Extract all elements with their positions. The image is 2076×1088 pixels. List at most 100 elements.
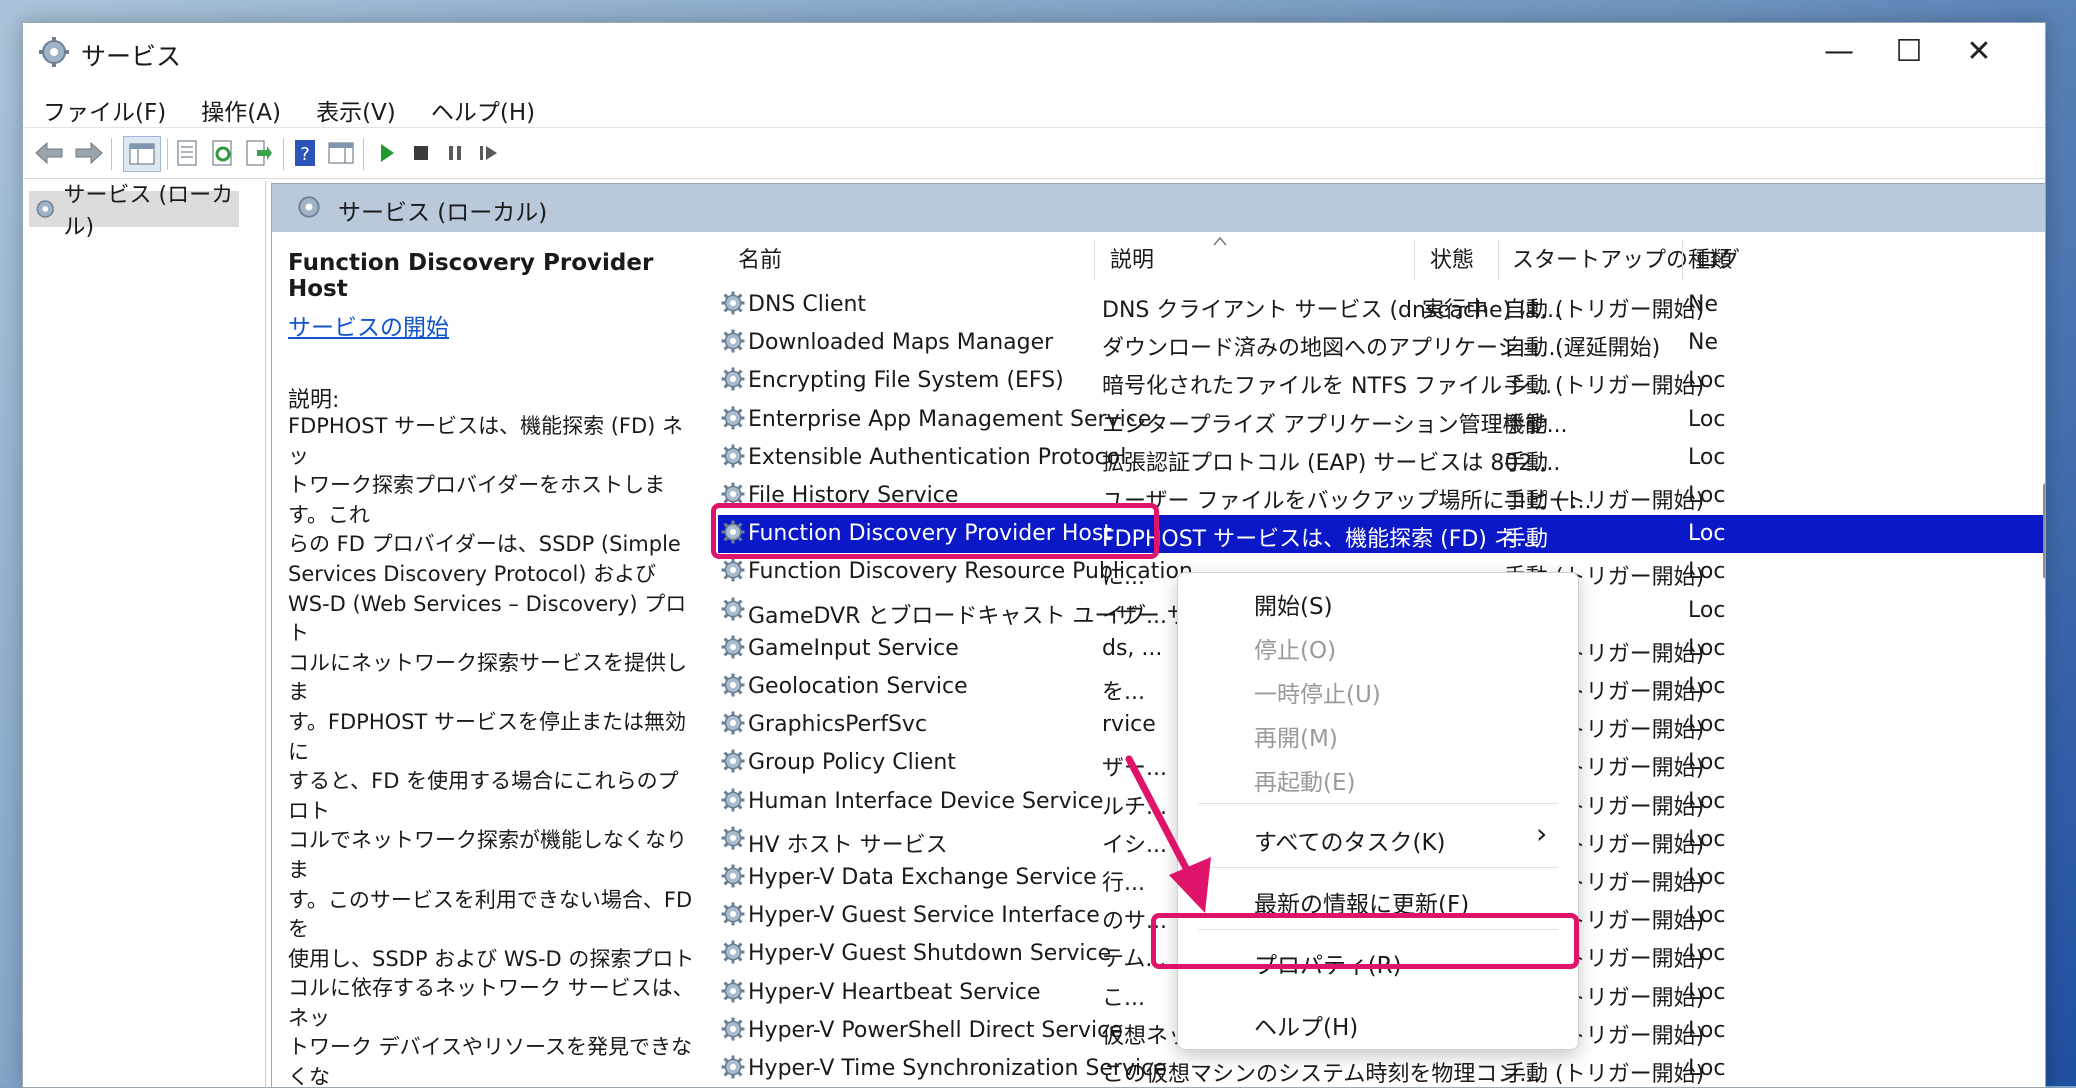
scrollbar-thumb[interactable] xyxy=(2043,483,2045,579)
tree-item-label: サービス (ローカル) xyxy=(63,183,234,240)
service-gear-icon xyxy=(720,787,746,819)
service-logon: Loc xyxy=(1688,597,1726,623)
forward-icon[interactable] xyxy=(71,136,107,170)
restart-service-icon[interactable] xyxy=(471,136,507,170)
service-startup-type: 手動 xyxy=(1504,412,1549,438)
description-line: Services Discovery Protocol) および xyxy=(288,561,657,586)
service-startup-type: 手動 xyxy=(1504,450,1549,476)
service-name: Hyper-V Data Exchange Service xyxy=(748,865,1097,890)
service-description-cell: ds, ... xyxy=(1102,635,1163,661)
table-row[interactable]: Extensible Authentication Protocol 拡張認証プロ… xyxy=(718,439,2045,477)
table-row[interactable]: Encrypting File System (EFS) 暗号化されたファイルを … xyxy=(718,362,2045,400)
description-line: トワーク探索プロバイダーをホストします。これ xyxy=(288,473,666,527)
service-gear-icon xyxy=(720,366,746,398)
service-name: Enterprise App Management Service xyxy=(748,406,1152,432)
service-logon: Loc xyxy=(1688,483,1726,508)
service-name: Hyper-V Guest Service Interface xyxy=(748,903,1100,929)
service-description-cell: 暗号化されたファイルを NTFS ファイル シ... xyxy=(1102,374,1553,400)
description-line: 使用し、SSDP および WS-D の探索プロト xyxy=(288,946,695,971)
service-description-cell: を... xyxy=(1102,680,1145,705)
start-service-link[interactable]: サービスの開始 xyxy=(288,308,449,342)
service-gear-icon xyxy=(720,1016,746,1048)
pointer-arrow-icon xyxy=(1125,755,1211,913)
menu-item-restart: 再起動(E) xyxy=(1254,770,1356,796)
service-startup-type: 自動 (トリガー開始) xyxy=(1504,298,1705,323)
show-console-tree-icon[interactable] xyxy=(123,136,161,172)
description-line: すると、FD を使用する場合にこれらのプロト xyxy=(288,769,679,823)
service-gear-icon xyxy=(720,634,746,666)
back-icon[interactable] xyxy=(31,136,67,170)
service-gear-icon xyxy=(720,596,746,628)
title-bar: サービス — ☐ ✕ xyxy=(23,23,2045,83)
description-line: コルでネットワーク探索が機能しなくなりま xyxy=(288,828,687,882)
column-header-logon[interactable]: ログ xyxy=(1696,242,1740,276)
service-description-cell: この仮想マシンのシステム時刻を物理コン... xyxy=(1102,1062,1541,1087)
service-startup-type: 手動 (トリガー開始) xyxy=(1504,374,1705,400)
service-logon: Loc xyxy=(1688,635,1726,661)
service-startup-type: 手動 xyxy=(1504,527,1549,553)
svg-text:?: ? xyxy=(300,144,310,165)
service-description-cell: に... xyxy=(1102,565,1145,591)
menu-item-stop: 停止(O) xyxy=(1254,638,1337,664)
table-row[interactable]: Downloaded Maps Manager ダウンロード済みの地図へのアプリケ… xyxy=(718,324,2045,362)
service-gear-icon xyxy=(720,863,746,895)
column-header-status[interactable]: 状態 xyxy=(1430,242,1474,276)
service-logon: Loc xyxy=(1688,750,1726,776)
table-row[interactable]: DNS Client DNS クライアント サービス (dnscache) は..… xyxy=(718,286,2045,324)
column-header-name[interactable]: 名前 xyxy=(738,242,782,276)
sort-ascending-icon xyxy=(1213,236,1227,246)
service-logon: Ne xyxy=(1688,292,1718,317)
window-title: サービス xyxy=(81,42,182,71)
description-line: FDPHOST サービスは、機能探索 (FD) ネッ xyxy=(288,414,684,468)
column-header-description[interactable]: 説明 xyxy=(1110,242,1154,276)
description-line: WS-D (Web Services – Discovery) プロト xyxy=(288,591,687,646)
service-name: HV ホスト サービス xyxy=(748,832,948,858)
table-row[interactable]: Hyper-V Time Synchronization Service この仮想… xyxy=(718,1050,2045,1087)
export-list-icon[interactable] xyxy=(241,136,277,170)
service-name: Human Interface Device Service xyxy=(748,788,1104,814)
properties-sheet-icon[interactable] xyxy=(169,136,205,170)
service-gear-icon xyxy=(720,901,746,933)
menu-item-all-tasks[interactable]: すべてのタスク(K) xyxy=(1254,823,1446,857)
service-logon: Loc xyxy=(1688,1056,1726,1081)
service-logon: Loc xyxy=(1688,368,1726,394)
close-button[interactable]: ✕ xyxy=(1933,23,2025,79)
service-name: Geolocation Service xyxy=(748,674,968,699)
service-name: Hyper-V Heartbeat Service xyxy=(748,979,1041,1005)
service-description-cell: こ... xyxy=(1102,985,1145,1011)
service-name: Encrypting File System (EFS) xyxy=(748,368,1064,394)
service-startup-type: 自動 (遅延開始) xyxy=(1504,336,1661,362)
show-hide-action-pane-icon[interactable] xyxy=(323,136,359,170)
menu-file[interactable]: ファイル(F) xyxy=(43,83,166,127)
pause-service-icon[interactable] xyxy=(437,136,473,170)
service-name: Hyper-V Guest Shutdown Service xyxy=(748,941,1112,967)
menu-help[interactable]: ヘルプ(H) xyxy=(431,83,535,127)
service-status: 実行中 xyxy=(1422,298,1489,323)
service-description: FDPHOST サービスは、機能探索 (FD) ネッ トワーク探索プロバイダーをホ… xyxy=(288,412,698,1087)
refresh-icon[interactable] xyxy=(205,136,241,170)
service-logon: Loc xyxy=(1688,712,1726,738)
menu-item-start[interactable]: 開始(S) xyxy=(1254,587,1333,621)
service-logon: Loc xyxy=(1688,788,1726,814)
service-gear-icon xyxy=(720,405,746,437)
service-logon: Loc xyxy=(1688,674,1726,699)
submenu-chevron-icon: › xyxy=(1536,817,1548,850)
highlight-selected-service xyxy=(711,503,1159,559)
service-logon: Loc xyxy=(1688,406,1726,432)
start-service-icon[interactable] xyxy=(369,136,405,170)
table-row[interactable]: Enterprise App Management Service エンタープライ… xyxy=(718,401,2045,439)
service-description-cell: 拡張認証プロトコル (EAP) サービスは 802.... xyxy=(1102,450,1561,476)
service-gear-icon xyxy=(720,978,746,1010)
service-gear-icon xyxy=(720,939,746,971)
service-logon: Loc xyxy=(1688,559,1726,585)
tree-item-services-local[interactable]: サービス (ローカル) xyxy=(29,183,239,240)
stop-service-icon[interactable] xyxy=(403,136,439,170)
service-gear-icon xyxy=(720,443,746,475)
menu-view[interactable]: 表示(V) xyxy=(316,83,396,127)
menu-action[interactable]: 操作(A) xyxy=(201,83,281,127)
help-icon[interactable]: ? xyxy=(287,136,323,170)
service-gear-icon xyxy=(720,710,746,742)
menu-item-help[interactable]: ヘルプ(H) xyxy=(1254,1008,1358,1042)
console-tree: サービス (ローカル) xyxy=(23,181,266,1087)
description-line: す。FDPHOST サービスを停止または無効に xyxy=(288,709,686,764)
